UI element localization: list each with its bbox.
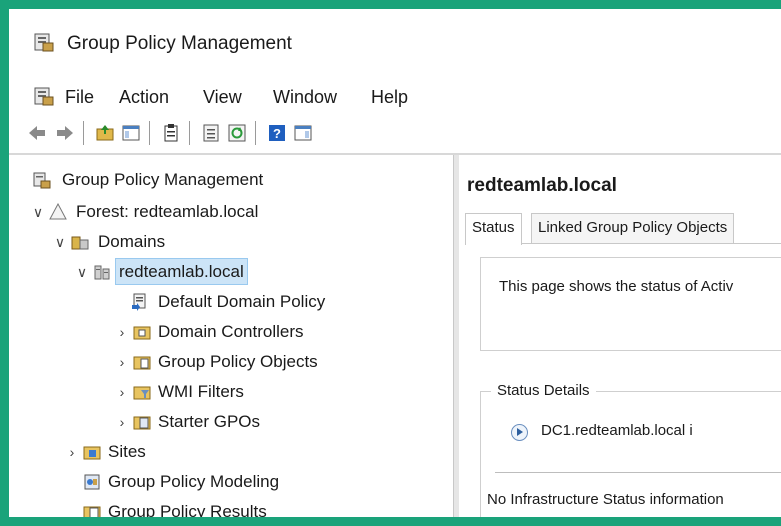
tree-label: Starter GPOs [158, 412, 261, 431]
tree-item-gp-modeling[interactable]: Group Policy Modeling [9, 469, 449, 495]
tree-label: Group Policy Results [108, 502, 267, 517]
menu-file[interactable]: File [65, 87, 94, 108]
expand-play-icon[interactable] [511, 424, 528, 441]
toolbar-separator [149, 121, 150, 145]
help-icon[interactable]: ? [267, 123, 287, 143]
details-pane: redteamlab.local Status Linked Group Pol… [459, 155, 781, 517]
show-hide-tree-icon[interactable] [121, 123, 141, 143]
forward-arrow-icon[interactable] [55, 123, 75, 143]
tab-strip: Status Linked Group Policy Objects [465, 213, 781, 245]
chevron-right-icon[interactable]: › [115, 319, 129, 345]
chevron-down-icon[interactable]: ∨ [75, 259, 89, 285]
menu-action[interactable]: Action [119, 87, 169, 108]
menu-bar: File Action View Window Help [9, 71, 781, 111]
chevron-down-icon[interactable]: ∨ [31, 199, 45, 225]
tree-label: Forest: redteamlab.local [76, 202, 259, 221]
no-infrastructure-text: No Infrastructure Status information [487, 491, 724, 508]
domain-icon [94, 265, 110, 280]
toolbar-separator [189, 121, 190, 145]
tree-label: Group Policy Objects [158, 352, 318, 371]
sites-icon [83, 446, 101, 460]
show-hide-action-pane-icon[interactable] [293, 123, 313, 143]
console-tree: Group Policy Management ∨ Forest: redtea… [9, 155, 455, 517]
wmi-folder-icon [133, 386, 151, 400]
tree-item-group-policy-objects[interactable]: › Group Policy Objects [9, 349, 449, 375]
tree-label: WMI Filters [158, 382, 244, 401]
gpmc-window: Group Policy Management File Action View… [9, 9, 781, 517]
domains-icon [71, 236, 89, 250]
system-menu-icon[interactable] [33, 85, 55, 107]
forest-triangle-icon [49, 203, 67, 220]
menu-help[interactable]: Help [371, 87, 408, 108]
tree-label: Default Domain Policy [158, 292, 326, 311]
chevron-right-icon[interactable]: › [115, 379, 129, 405]
chevron-right-icon[interactable]: › [115, 349, 129, 375]
tab-linked-gpos[interactable]: Linked Group Policy Objects [531, 213, 735, 243]
toolbar-separator [83, 121, 84, 145]
properties-icon[interactable] [201, 123, 221, 143]
results-icon [83, 506, 101, 517]
chevron-right-icon[interactable]: › [115, 409, 129, 435]
starter-gpo-folder-icon [133, 416, 151, 430]
gpmc-node-icon [33, 172, 51, 189]
tree-label: Domains [98, 232, 166, 251]
tree-label: Domain Controllers [158, 322, 304, 341]
tree-item-default-domain-policy[interactable]: Default Domain Policy [9, 289, 449, 315]
tree-item-domains[interactable]: ∨ Domains [9, 229, 449, 255]
back-arrow-icon[interactable] [27, 123, 47, 143]
ou-folder-icon [133, 326, 151, 340]
tree-label: Sites [108, 442, 146, 461]
status-intro-text: This page shows the status of Activ [499, 278, 734, 295]
tree-item-starter-gpos[interactable]: › Starter GPOs [9, 409, 449, 435]
chevron-right-icon[interactable]: › [65, 439, 79, 465]
svg-text:?: ? [273, 126, 281, 141]
gpo-folder-icon [133, 356, 151, 370]
status-details-group: Status Details DC1.redteamlab.local i No… [480, 382, 781, 517]
tree-item-domain-controllers[interactable]: › Domain Controllers [9, 319, 449, 345]
tree-item-gpm-root[interactable]: Group Policy Management [9, 167, 449, 193]
divider [495, 472, 781, 473]
status-intro-panel: This page shows the status of Activ [480, 257, 781, 351]
tree-label: Group Policy Management [62, 170, 264, 189]
title-bar: Group Policy Management [9, 9, 781, 67]
dc-status-entry: DC1.redteamlab.local i [541, 422, 693, 439]
tree-item-wmi-filters[interactable]: › WMI Filters [9, 379, 449, 405]
menu-window[interactable]: Window [273, 87, 337, 108]
status-details-label: Status Details [491, 382, 596, 399]
tree-item-gp-results[interactable]: Group Policy Results [9, 499, 449, 517]
tab-status[interactable]: Status [465, 213, 522, 245]
refresh-icon[interactable] [227, 123, 247, 143]
gpo-link-icon [132, 293, 146, 311]
page-title: redteamlab.local [467, 175, 617, 196]
up-folder-icon[interactable] [95, 123, 115, 143]
tree-item-forest[interactable]: ∨ Forest: redteamlab.local [9, 199, 449, 225]
window-title: Group Policy Management [67, 33, 292, 54]
tree-item-domain-redteamlab[interactable]: ∨ redteamlab.local [9, 258, 449, 285]
tree-label: redteamlab.local [115, 258, 248, 285]
menu-view[interactable]: View [203, 87, 242, 108]
chevron-down-icon[interactable]: ∨ [53, 229, 67, 255]
clipboard-icon[interactable] [161, 123, 181, 143]
modeling-icon [84, 474, 100, 490]
gpmc-app-icon [34, 33, 54, 52]
toolbar: ? [9, 113, 781, 153]
toolbar-separator [255, 121, 256, 145]
tree-label: Group Policy Modeling [108, 472, 280, 491]
tree-item-sites[interactable]: › Sites [9, 439, 449, 465]
